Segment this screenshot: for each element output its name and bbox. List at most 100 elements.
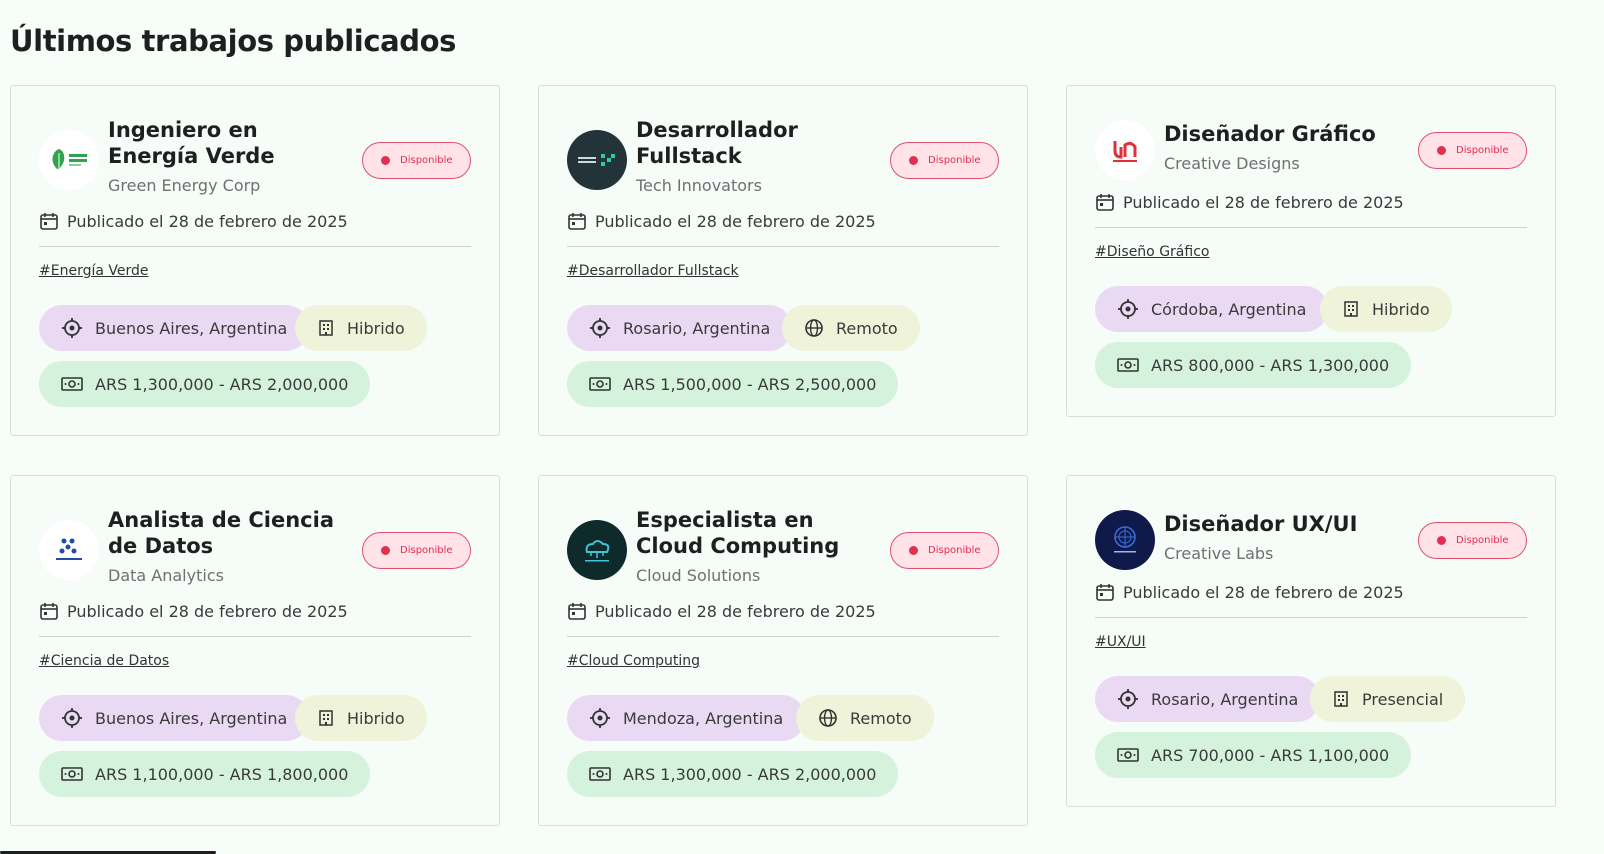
modality-pill: Hibrido	[295, 305, 427, 351]
job-title[interactable]: Especialista en Cloud Computing	[636, 507, 876, 559]
money-icon	[589, 377, 611, 391]
company-logo	[567, 130, 627, 190]
location-pill: Buenos Aires, Argentina	[39, 695, 310, 741]
posted-date: Publicado el 28 de febrero de 2025	[39, 211, 348, 231]
job-card-cloud[interactable]: Especialista en Cloud Computing Cloud So…	[538, 475, 1028, 826]
status-label: Disponible	[400, 545, 453, 556]
divider	[567, 246, 999, 247]
company-name: Creative Labs	[1164, 544, 1274, 563]
job-title[interactable]: Desarrollador Fullstack	[636, 117, 876, 169]
building-icon	[319, 710, 333, 726]
salary-label: ARS 1,500,000 - ARS 2,500,000	[623, 374, 877, 394]
category-tag-link[interactable]: #Energía Verde	[39, 263, 149, 279]
salary-label: ARS 1,300,000 - ARS 2,000,000	[623, 764, 877, 784]
company-name: Cloud Solutions	[636, 566, 761, 585]
creative-designs-logo-icon	[1113, 141, 1137, 162]
salary-label: ARS 800,000 - ARS 1,300,000	[1151, 355, 1390, 375]
calendar-icon	[40, 213, 58, 230]
posted-label: Publicado el 28 de febrero de 2025	[595, 601, 876, 621]
modality-pill: Hibrido	[1320, 286, 1452, 332]
cloud-logo-icon	[585, 540, 610, 562]
category-tag-link[interactable]: #Ciencia de Datos	[39, 653, 169, 669]
building-icon	[319, 320, 333, 336]
dot-icon	[909, 546, 918, 555]
calendar-icon	[1096, 194, 1114, 211]
creative-labs-logo-icon	[1114, 526, 1136, 553]
data-analytics-logo-icon	[56, 538, 82, 560]
posted-date: Publicado el 28 de febrero de 2025	[567, 601, 876, 621]
location-label: Buenos Aires, Argentina	[95, 708, 288, 728]
job-card-green-energy[interactable]: Ingeniero en Energía Verde Green Energy …	[10, 85, 500, 436]
modality-label: Hibrido	[1372, 299, 1430, 319]
page-title: Últimos trabajos publicados	[10, 24, 457, 58]
location-label: Córdoba, Argentina	[1151, 299, 1307, 319]
calendar-icon	[40, 603, 58, 620]
job-title[interactable]: Diseñador UX/UI	[1164, 511, 1404, 537]
salary-label: ARS 1,100,000 - ARS 1,800,000	[95, 764, 349, 784]
location-label: Rosario, Argentina	[623, 318, 771, 338]
salary-pill: ARS 1,500,000 - ARS 2,500,000	[567, 361, 899, 407]
posted-date: Publicado el 28 de febrero de 2025	[39, 601, 348, 621]
globe-icon	[805, 319, 823, 337]
money-icon	[61, 767, 83, 781]
salary-pill: ARS 1,100,000 - ARS 1,800,000	[39, 751, 371, 797]
job-card-data-science[interactable]: Analista de Ciencia de Datos Data Analyt…	[10, 475, 500, 826]
status-label: Disponible	[1456, 535, 1509, 546]
dot-icon	[381, 156, 390, 165]
modality-pill: Remoto	[796, 695, 934, 741]
salary-pill: ARS 800,000 - ARS 1,300,000	[1095, 342, 1412, 388]
job-card-ux-ui[interactable]: Diseñador UX/UI Creative Labs Disponible…	[1066, 475, 1556, 807]
posted-label: Publicado el 28 de febrero de 2025	[595, 211, 876, 231]
category-tag-link[interactable]: #Cloud Computing	[567, 653, 700, 669]
salary-pill: ARS 1,300,000 - ARS 2,000,000	[567, 751, 899, 797]
company-logo	[1095, 510, 1155, 570]
category-tag-link[interactable]: #Desarrollador Fullstack	[567, 263, 739, 279]
location-target-icon	[590, 708, 610, 728]
dot-icon	[1437, 536, 1446, 545]
job-card-graphic-design[interactable]: Diseñador Gráfico Creative Designs Dispo…	[1066, 85, 1556, 417]
location-pill: Buenos Aires, Argentina	[39, 305, 310, 351]
location-target-icon	[62, 708, 82, 728]
category-tag-link[interactable]: #Diseño Gráfico	[1095, 244, 1209, 260]
job-card-fullstack[interactable]: Desarrollador Fullstack Tech Innovators …	[538, 85, 1028, 436]
salary-pill: ARS 700,000 - ARS 1,100,000	[1095, 732, 1412, 778]
status-badge: Disponible	[890, 142, 999, 179]
job-title[interactable]: Ingeniero en Energía Verde	[108, 117, 348, 169]
divider	[1095, 617, 1527, 618]
company-logo	[567, 520, 627, 580]
dot-icon	[381, 546, 390, 555]
dot-icon	[909, 156, 918, 165]
divider	[1095, 227, 1527, 228]
location-pill: Rosario, Argentina	[1095, 676, 1321, 722]
status-label: Disponible	[928, 545, 981, 556]
company-logo	[39, 130, 99, 190]
modality-label: Hibrido	[347, 708, 405, 728]
company-name: Creative Designs	[1164, 154, 1300, 173]
posted-label: Publicado el 28 de febrero de 2025	[1123, 192, 1404, 212]
status-label: Disponible	[1456, 145, 1509, 156]
location-label: Mendoza, Argentina	[623, 708, 784, 728]
leaf-logo-icon	[52, 149, 87, 169]
posted-date: Publicado el 28 de febrero de 2025	[1095, 192, 1404, 212]
location-target-icon	[62, 318, 82, 338]
modality-label: Presencial	[1362, 689, 1444, 709]
divider	[39, 636, 471, 637]
location-pill: Córdoba, Argentina	[1095, 286, 1329, 332]
location-target-icon	[590, 318, 610, 338]
calendar-icon	[568, 213, 586, 230]
job-title[interactable]: Diseñador Gráfico	[1164, 121, 1404, 147]
money-icon	[1117, 748, 1139, 762]
salary-label: ARS 1,300,000 - ARS 2,000,000	[95, 374, 349, 394]
posted-label: Publicado el 28 de febrero de 2025	[67, 601, 348, 621]
modality-label: Remoto	[850, 708, 912, 728]
category-tag-link[interactable]: #UX/UI	[1095, 634, 1146, 650]
job-title[interactable]: Analista de Ciencia de Datos	[108, 507, 348, 559]
status-badge: Disponible	[890, 532, 999, 569]
divider	[39, 246, 471, 247]
company-name: Green Energy Corp	[108, 176, 261, 195]
calendar-icon	[568, 603, 586, 620]
posted-date: Publicado el 28 de febrero de 2025	[1095, 582, 1404, 602]
divider	[567, 636, 999, 637]
tech-logo-icon	[578, 154, 615, 166]
location-target-icon	[1118, 689, 1138, 709]
